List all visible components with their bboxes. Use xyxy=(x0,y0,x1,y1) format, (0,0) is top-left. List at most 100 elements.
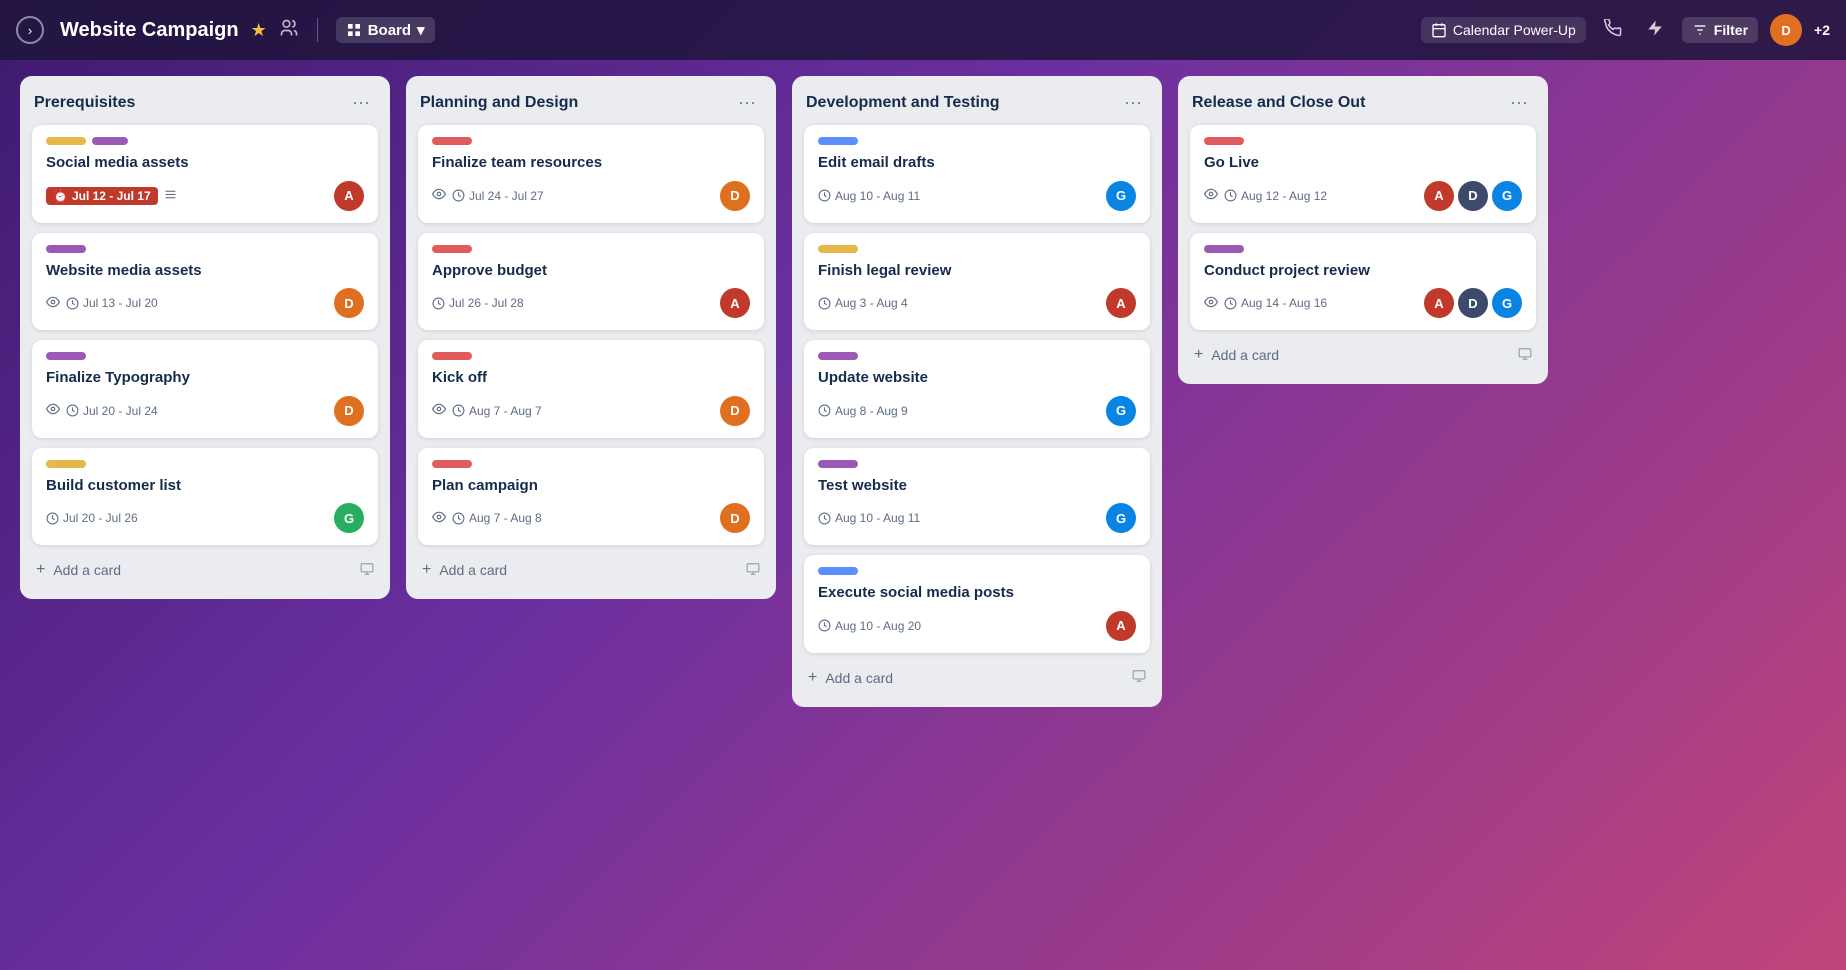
board-view-button[interactable]: Board ▾ xyxy=(336,17,435,43)
card-tag xyxy=(432,245,472,253)
card-tag xyxy=(1204,245,1244,253)
avatar[interactable]: A xyxy=(1106,288,1136,318)
card-meta-build-customer: Jul 20 - Jul 26 xyxy=(46,511,138,525)
add-card-button-development-testing[interactable]: + Add a card xyxy=(804,663,1150,693)
card-tags-go-live xyxy=(1204,137,1522,145)
card-title-conduct-review: Conduct project review xyxy=(1204,261,1522,281)
avatar[interactable]: A xyxy=(1424,288,1454,318)
date-value: Aug 14 - Aug 16 xyxy=(1241,296,1327,310)
topnav: › Website Campaign ★ Board ▾ Calendar Po… xyxy=(0,0,1846,60)
avatar[interactable]: G xyxy=(1106,396,1136,426)
avatar[interactable]: G xyxy=(1106,503,1136,533)
avatar[interactable]: D xyxy=(334,288,364,318)
card-finalize-typography[interactable]: Finalize TypographyJul 20 - Jul 24D xyxy=(32,340,378,438)
card-website-media[interactable]: Website media assetsJul 13 - Jul 20D xyxy=(32,233,378,331)
card-tag xyxy=(46,245,86,253)
avatar[interactable]: A xyxy=(1424,181,1454,211)
avatar[interactable]: A xyxy=(334,181,364,211)
card-tags-finish-legal xyxy=(818,245,1136,253)
extra-members-count[interactable]: +2 xyxy=(1814,22,1830,38)
avatar[interactable]: D xyxy=(720,503,750,533)
avatar[interactable]: G xyxy=(1492,288,1522,318)
eye-icon xyxy=(432,187,446,204)
date-text: Aug 14 - Aug 16 xyxy=(1224,296,1327,310)
avatar[interactable]: G xyxy=(1106,181,1136,211)
card-execute-social[interactable]: Execute social media postsAug 10 - Aug 2… xyxy=(804,555,1150,653)
avatar[interactable]: D xyxy=(720,181,750,211)
card-go-live[interactable]: Go Live Aug 12 - Aug 12 ADG xyxy=(1190,125,1536,223)
card-tag xyxy=(818,245,858,253)
divider xyxy=(317,18,318,42)
avatar[interactable]: D xyxy=(720,396,750,426)
card-footer-social-media: ⏰Jul 12 - Jul 17A xyxy=(46,181,364,211)
card-title-kick-off: Kick off xyxy=(432,368,750,388)
card-tags-finalize-team xyxy=(432,137,750,145)
card-footer-finalize-team: Jul 24 - Jul 27 D xyxy=(432,181,750,211)
card-tags-edit-email xyxy=(818,137,1136,145)
add-card-button-prerequisites[interactable]: + Add a card xyxy=(32,555,378,585)
card-tag xyxy=(46,137,86,145)
card-tags-finalize-typography xyxy=(46,352,364,360)
chevron-down-icon: ▾ xyxy=(417,21,425,39)
card-tags-test-website xyxy=(818,460,1136,468)
column-prerequisites: Prerequisites ··· Social media assets⏰Ju… xyxy=(20,76,390,599)
card-approve-budget[interactable]: Approve budgetJul 26 - Jul 28A xyxy=(418,233,764,331)
card-update-website[interactable]: Update websiteAug 8 - Aug 9G xyxy=(804,340,1150,438)
date-value: Aug 10 - Aug 11 xyxy=(835,189,920,203)
add-card-button-planning-design[interactable]: + Add a card xyxy=(418,555,764,585)
plus-icon: + xyxy=(422,561,431,579)
card-finish-legal[interactable]: Finish legal reviewAug 3 - Aug 4A xyxy=(804,233,1150,331)
lines-icon xyxy=(164,188,177,204)
user-avatar[interactable]: D xyxy=(1770,14,1802,46)
sidebar-toggle[interactable]: › xyxy=(16,16,44,44)
date-value: Aug 10 - Aug 11 xyxy=(835,511,920,525)
column-planning-design: Planning and Design ··· Finalize team re… xyxy=(406,76,776,599)
card-social-media[interactable]: Social media assets⏰Jul 12 - Jul 17A xyxy=(32,125,378,223)
star-icon[interactable]: ★ xyxy=(251,20,267,41)
column-menu-development-testing[interactable]: ··· xyxy=(1118,90,1148,115)
date-value: Jul 20 - Jul 26 xyxy=(63,511,138,525)
avatar[interactable]: A xyxy=(1106,611,1136,641)
avatar[interactable]: G xyxy=(1492,181,1522,211)
filter-button[interactable]: Filter xyxy=(1682,17,1758,43)
column-menu-planning-design[interactable]: ··· xyxy=(732,90,762,115)
date-value: Aug 12 - Aug 12 xyxy=(1241,189,1327,203)
plus-icon: + xyxy=(808,669,817,687)
lightning-icon[interactable] xyxy=(1640,15,1670,46)
card-kick-off[interactable]: Kick offAug 7 - Aug 7D xyxy=(418,340,764,438)
card-meta-update-website: Aug 8 - Aug 9 xyxy=(818,404,908,418)
avatar[interactable]: A xyxy=(720,288,750,318)
card-plan-campaign[interactable]: Plan campaignAug 7 - Aug 8D xyxy=(418,448,764,546)
avatar[interactable]: D xyxy=(334,396,364,426)
members-icon[interactable] xyxy=(279,18,299,43)
add-card-button-release-closeout[interactable]: + Add a card xyxy=(1190,340,1536,370)
card-meta-edit-email: Aug 10 - Aug 11 xyxy=(818,189,920,203)
date-text: Jul 26 - Jul 28 xyxy=(432,296,524,310)
date-value: Jul 24 - Jul 27 xyxy=(469,189,544,203)
avatar[interactable]: D xyxy=(1458,288,1488,318)
notification-icon[interactable] xyxy=(1598,15,1628,46)
card-finalize-team[interactable]: Finalize team resourcesJul 24 - Jul 27D xyxy=(418,125,764,223)
card-footer-website-media: Jul 13 - Jul 20D xyxy=(46,288,364,318)
card-tag xyxy=(432,352,472,360)
card-build-customer[interactable]: Build customer listJul 20 - Jul 26G xyxy=(32,448,378,546)
avatar[interactable]: G xyxy=(334,503,364,533)
column-title-planning-design: Planning and Design xyxy=(420,94,578,112)
card-test-website[interactable]: Test websiteAug 10 - Aug 11G xyxy=(804,448,1150,546)
column-release-closeout: Release and Close Out ··· Go Live Aug 12 … xyxy=(1178,76,1548,384)
card-title-go-live: Go Live xyxy=(1204,153,1522,173)
avatar[interactable]: D xyxy=(1458,181,1488,211)
calendar-powerup-button[interactable]: Calendar Power-Up xyxy=(1421,17,1586,43)
column-menu-prerequisites[interactable]: ··· xyxy=(346,90,376,115)
card-avatars: G xyxy=(1106,503,1136,533)
card-tags-approve-budget xyxy=(432,245,750,253)
card-edit-email[interactable]: Edit email draftsAug 10 - Aug 11G xyxy=(804,125,1150,223)
card-conduct-review[interactable]: Conduct project review Aug 14 - Aug 16 ADG xyxy=(1190,233,1536,331)
column-title-release-closeout: Release and Close Out xyxy=(1192,94,1365,112)
column-development-testing: Development and Testing ··· Edit email d… xyxy=(792,76,1162,707)
add-card-label: Add a card xyxy=(825,670,893,686)
eye-icon xyxy=(1204,187,1218,204)
column-menu-release-closeout[interactable]: ··· xyxy=(1504,90,1534,115)
card-tag xyxy=(432,460,472,468)
plus-icon: + xyxy=(36,561,45,579)
